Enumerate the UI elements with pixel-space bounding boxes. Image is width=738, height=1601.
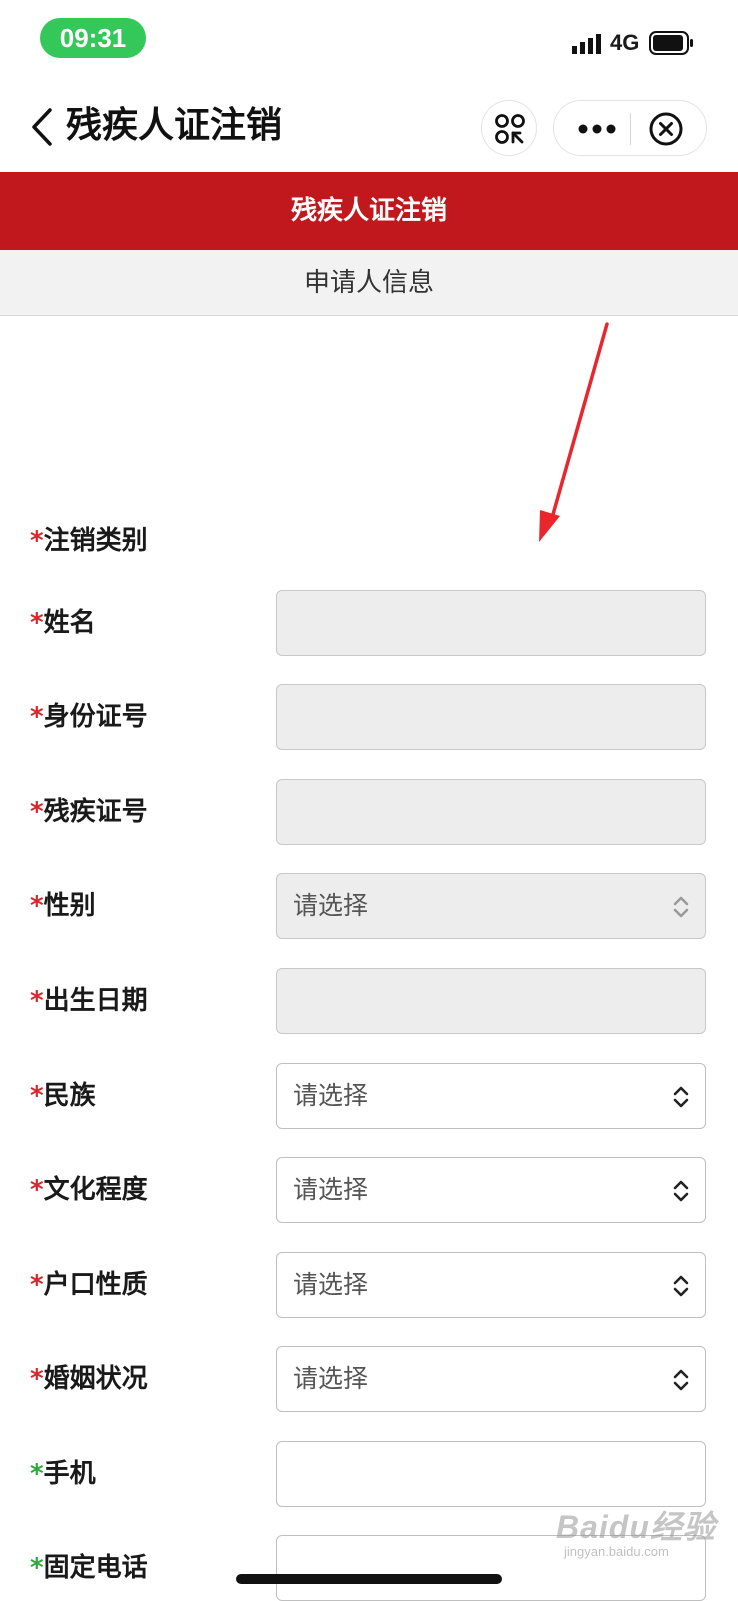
- form-row-education: *文化程度 请选择: [0, 1157, 738, 1223]
- updown-chevron-icon: [673, 1275, 689, 1297]
- required-mark: *: [30, 1175, 44, 1205]
- required-mark: *: [30, 526, 44, 556]
- form-row-id-number: *身份证号: [0, 684, 738, 750]
- signal-icon: [572, 34, 601, 54]
- marital-label-text: 婚姻状况: [43, 1364, 148, 1394]
- status-bar: 09:31 4G: [0, 0, 738, 80]
- marital-select[interactable]: 请选择: [276, 1346, 706, 1412]
- marital-label: *婚姻状况: [30, 1346, 148, 1412]
- education-label: *文化程度: [30, 1157, 148, 1223]
- education-select-value: 请选择: [293, 1175, 369, 1204]
- household-select-value: 请选择: [293, 1270, 369, 1299]
- required-mark: *: [30, 891, 44, 921]
- nav-bar: 残疾人证注销: [0, 80, 738, 172]
- id-number-field[interactable]: [276, 684, 706, 750]
- scan-icon: [495, 114, 525, 144]
- required-mark: *: [30, 1364, 44, 1394]
- form-row-gender: *性别 请选择: [0, 873, 738, 939]
- gender-select[interactable]: 请选择: [276, 873, 706, 939]
- required-mark: *: [30, 986, 44, 1016]
- form-row-ethnicity: *民族 请选择: [0, 1063, 738, 1129]
- id-number-label-text: 身份证号: [43, 702, 148, 732]
- updown-chevron-icon: [673, 1086, 689, 1108]
- gender-label-text: 性别: [43, 891, 96, 921]
- household-label: *户口性质: [30, 1252, 148, 1318]
- form-row-household: *户口性质 请选择: [0, 1252, 738, 1318]
- ethnicity-select[interactable]: 请选择: [276, 1063, 706, 1129]
- watermark-url: jingyan.baidu.com: [564, 1544, 669, 1559]
- baidu-watermark: Baidu经验 jingyan.baidu.com: [556, 1498, 726, 1568]
- education-select[interactable]: 请选择: [276, 1157, 706, 1223]
- section-header: 申请人信息: [0, 250, 738, 316]
- marital-select-value: 请选择: [293, 1364, 369, 1393]
- required-mark: *: [30, 797, 44, 827]
- form-row-marital: *婚姻状况 请选择: [0, 1346, 738, 1412]
- cancel-type-label-text: 注销类别: [43, 526, 148, 556]
- form-row-disability-cert: *残疾证号: [0, 779, 738, 845]
- ethnicity-select-value: 请选择: [293, 1081, 369, 1110]
- gender-select-value: 请选择: [293, 891, 369, 920]
- mobile-label-text: 手机: [43, 1459, 96, 1489]
- household-select[interactable]: 请选择: [276, 1252, 706, 1318]
- ethnicity-label: *民族: [30, 1063, 96, 1129]
- banner-title: 残疾人证注销: [0, 172, 738, 250]
- form-row-birth-date: *出生日期: [0, 968, 738, 1034]
- battery-icon: [649, 31, 693, 55]
- required-mark: *: [30, 702, 44, 732]
- required-mark: *: [30, 1459, 44, 1489]
- form-row-name: *姓名: [0, 590, 738, 656]
- back-icon[interactable]: [28, 106, 58, 148]
- name-label-text: 姓名: [43, 608, 96, 638]
- network-label: 4G: [610, 30, 640, 55]
- scan-button[interactable]: [481, 100, 537, 156]
- disability-cert-label-text: 残疾证号: [43, 797, 148, 827]
- form-row-cancel-type: *注销类别: [0, 508, 738, 574]
- disability-cert-label: *残疾证号: [30, 779, 148, 845]
- name-field[interactable]: [276, 590, 706, 656]
- close-icon[interactable]: [648, 111, 684, 147]
- required-mark: *: [30, 1270, 44, 1300]
- name-label: *姓名: [30, 590, 96, 656]
- cancel-type-label: *注销类别: [30, 508, 148, 574]
- home-indicator[interactable]: [236, 1574, 502, 1584]
- required-mark: *: [30, 608, 44, 638]
- birth-date-field[interactable]: [276, 968, 706, 1034]
- required-mark: *: [30, 1553, 44, 1583]
- page-title: 残疾人证注销: [66, 105, 283, 146]
- updown-chevron-icon: [673, 896, 689, 918]
- capsule-divider: [630, 113, 631, 145]
- updown-chevron-icon: [673, 1369, 689, 1391]
- status-time: 09:31: [40, 18, 146, 58]
- landline-label: *固定电话: [30, 1535, 148, 1601]
- id-number-label: *身份证号: [30, 684, 148, 750]
- landline-label-text: 固定电话: [43, 1553, 148, 1583]
- birth-date-label: *出生日期: [30, 968, 148, 1034]
- household-label-text: 户口性质: [43, 1270, 148, 1300]
- required-mark: *: [30, 1081, 44, 1111]
- watermark-logo: Baidu经验: [556, 1509, 716, 1545]
- mini-program-capsule: [553, 100, 707, 156]
- more-icon[interactable]: [578, 123, 616, 135]
- updown-chevron-icon: [673, 1180, 689, 1202]
- birth-date-label-text: 出生日期: [43, 986, 148, 1016]
- ethnicity-label-text: 民族: [43, 1081, 96, 1111]
- gender-label: *性别: [30, 873, 96, 939]
- education-label-text: 文化程度: [43, 1175, 148, 1205]
- mobile-label: *手机: [30, 1441, 96, 1507]
- disability-cert-field[interactable]: [276, 779, 706, 845]
